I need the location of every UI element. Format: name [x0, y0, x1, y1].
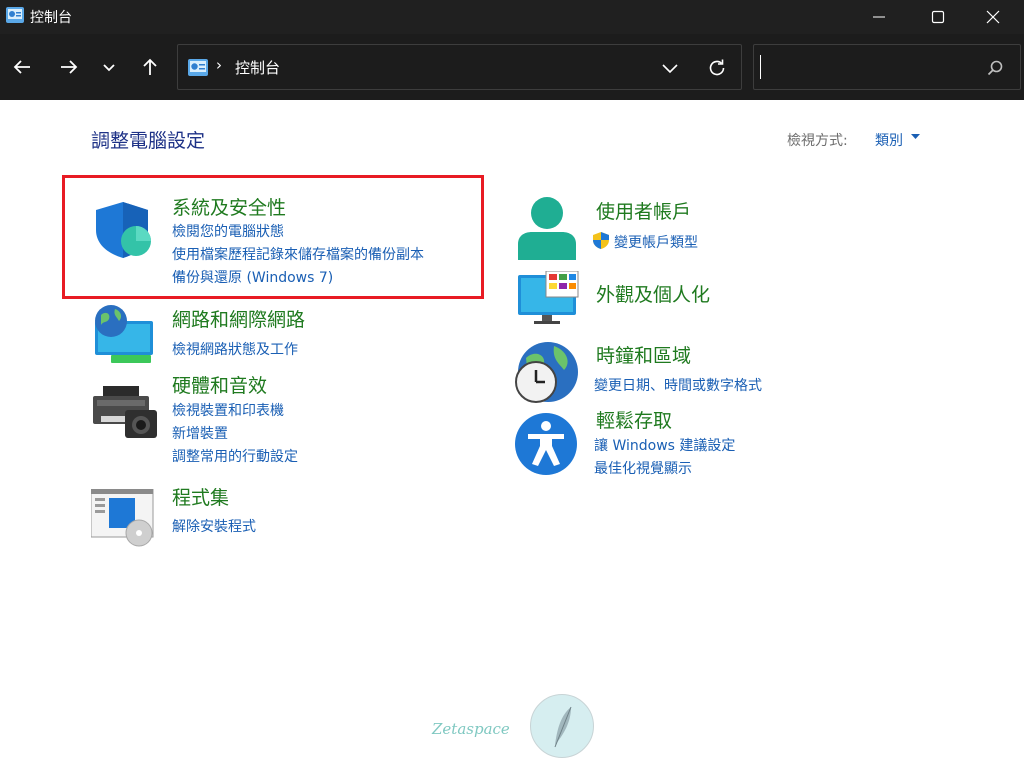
category-title[interactable]: 程式集	[172, 483, 229, 510]
chevron-down-icon	[103, 64, 115, 72]
forward-button[interactable]	[55, 53, 83, 81]
view-by-label: 檢視方式:	[787, 133, 848, 149]
category-link[interactable]: 檢視網路狀態及工作	[172, 339, 298, 359]
maximize-icon	[931, 10, 945, 24]
feather-logo	[530, 694, 594, 758]
highlight-box	[62, 175, 484, 299]
page-title: 調整電腦設定	[91, 130, 206, 152]
arrow-up-icon	[143, 58, 157, 75]
view-by-dropdown[interactable]: 類別	[875, 130, 903, 150]
breadcrumb-separator[interactable]: ›	[216, 56, 222, 74]
navigation-bar: › 控制台	[0, 34, 1024, 100]
monitor-palette-icon	[518, 271, 579, 324]
programs-icon	[91, 489, 154, 547]
recent-locations-button[interactable]	[95, 53, 123, 81]
control-panel-icon	[6, 7, 24, 23]
control-panel-icon	[188, 59, 208, 76]
refresh-icon[interactable]	[706, 57, 728, 79]
network-globe-icon	[95, 305, 153, 363]
globe-clock-icon	[515, 342, 578, 403]
watermark-text: Zetaspace	[432, 720, 510, 738]
uac-shield-icon	[593, 232, 609, 249]
search-box[interactable]	[753, 44, 1021, 90]
feather-icon	[554, 706, 572, 748]
category-link[interactable]: 檢視裝置和印表機	[172, 400, 284, 420]
caret-down-icon[interactable]	[911, 134, 920, 140]
minimize-button[interactable]	[848, 0, 910, 34]
minimize-icon	[873, 16, 885, 18]
back-button[interactable]	[8, 53, 36, 81]
arrow-right-icon	[61, 60, 78, 74]
close-icon	[986, 10, 1000, 24]
maximize-button[interactable]	[907, 0, 969, 34]
search-input[interactable]	[760, 55, 980, 79]
title-bar: 控制台	[0, 0, 1024, 34]
category-link[interactable]: 讓 Windows 建議設定	[594, 435, 735, 455]
watermark: Zetaspace	[432, 694, 602, 764]
accessibility-icon	[515, 413, 577, 475]
window-title: 控制台	[30, 10, 72, 26]
category-title[interactable]: 輕鬆存取	[596, 406, 672, 433]
arrow-left-icon	[13, 60, 30, 74]
chevron-down-icon[interactable]	[660, 59, 680, 77]
category-title[interactable]: 網路和網際網路	[172, 305, 305, 332]
up-button[interactable]	[136, 53, 164, 81]
search-icon[interactable]	[986, 59, 1004, 77]
category-link[interactable]: 變更帳戶類型	[614, 232, 698, 252]
breadcrumb-current[interactable]: 控制台	[235, 57, 280, 78]
category-link[interactable]: 最佳化視覺顯示	[594, 458, 692, 478]
category-link[interactable]: 解除安裝程式	[172, 516, 256, 536]
address-bar[interactable]: › 控制台	[177, 44, 742, 90]
printer-camera-icon	[93, 386, 157, 438]
category-title[interactable]: 外觀及個人化	[596, 280, 710, 307]
category-title[interactable]: 使用者帳戶	[596, 197, 691, 224]
category-link[interactable]: 新增裝置	[172, 423, 228, 443]
category-title[interactable]: 時鐘和區域	[596, 341, 691, 368]
category-link[interactable]: 變更日期、時間或數字格式	[594, 375, 762, 395]
category-title[interactable]: 硬體和音效	[172, 371, 267, 398]
user-icon	[518, 197, 576, 260]
close-button[interactable]	[962, 0, 1024, 34]
category-link[interactable]: 調整常用的行動設定	[172, 446, 298, 466]
